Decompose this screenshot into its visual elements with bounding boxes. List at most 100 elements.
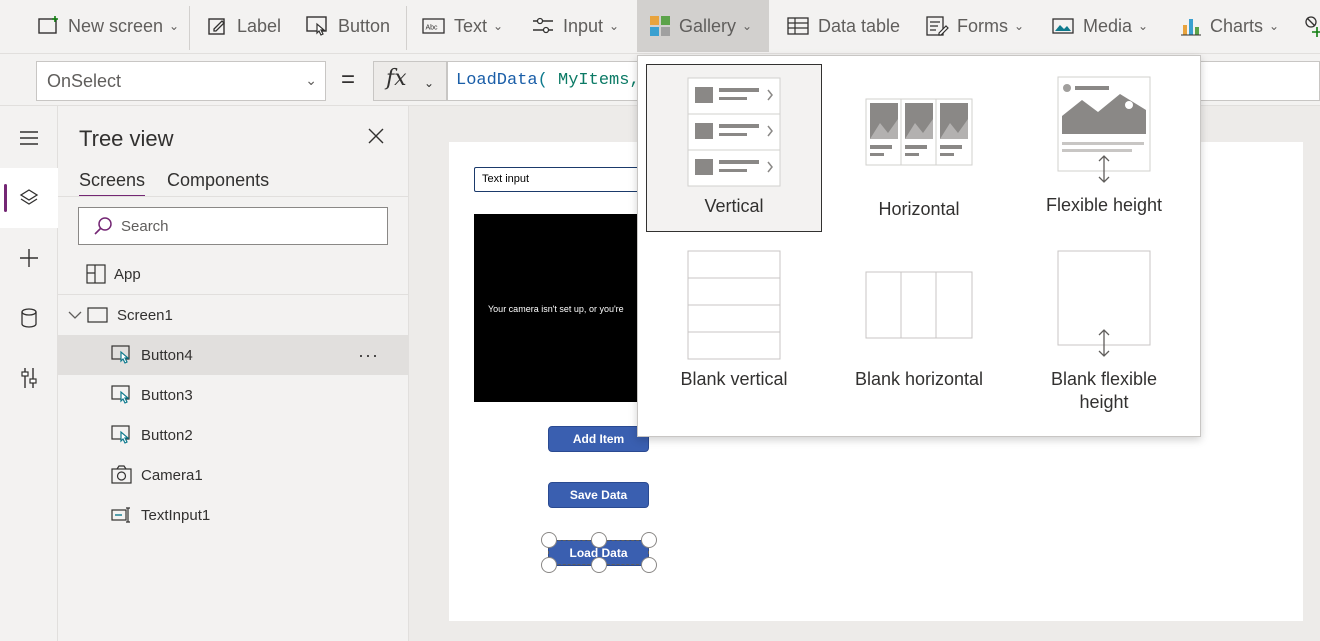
horizontal-gallery-icon — [865, 98, 973, 166]
tree-item-camera1[interactable]: Camera1 — [58, 455, 409, 495]
data-button[interactable] — [0, 288, 58, 348]
gallery-option-flexible-height[interactable]: Flexible height — [1016, 64, 1192, 232]
tree-item-button3[interactable]: Button3 — [58, 375, 409, 415]
button-button[interactable]: Button — [302, 0, 394, 52]
new-screen-label: New screen — [68, 15, 164, 36]
plus-icon — [20, 249, 38, 267]
resize-handle[interactable] — [541, 532, 557, 548]
chevron-down-icon: ⌄ — [169, 19, 180, 33]
icons-icon — [1305, 16, 1320, 37]
tab-components[interactable]: Components — [167, 170, 269, 197]
new-screen-button[interactable]: New screen ⌄ — [34, 0, 183, 52]
property-value: OnSelect — [47, 71, 122, 91]
add-item-button[interactable]: Add Item — [548, 426, 649, 452]
label-button-label: Label — [237, 15, 282, 36]
app-icon — [86, 264, 106, 284]
divider — [58, 196, 409, 197]
tree-item-label: App — [114, 265, 141, 283]
gallery-option-blank-flexible-height[interactable]: Blank flexible height — [1016, 242, 1192, 428]
search-placeholder: Search — [121, 217, 169, 235]
label-button[interactable]: Label — [203, 0, 285, 52]
camera-message: Your camera isn't set up, or you're — [488, 304, 624, 314]
gallery-button-label: Gallery — [679, 15, 737, 36]
gallery-option-blank-vertical[interactable]: Blank vertical — [646, 242, 822, 428]
tree-item-button4[interactable]: Button4 ··· — [58, 335, 409, 375]
data-table-icon — [787, 17, 809, 35]
input-icon — [533, 17, 553, 34]
resize-handle[interactable] — [641, 532, 657, 548]
tree-item-textinput1[interactable]: TextInput1 — [58, 495, 409, 535]
media-label: Media — [1083, 15, 1133, 36]
close-tree-view-button[interactable] — [366, 126, 386, 151]
gallery-button[interactable]: Gallery ⌄ — [637, 0, 769, 52]
hamburger-icon — [20, 131, 38, 145]
tree-item-label: Camera1 — [141, 466, 203, 484]
gallery-dropdown-menu: Vertical Horizontal Flexible height Blan… — [637, 55, 1201, 437]
text-button[interactable]: Abc Text ⌄ — [418, 0, 507, 52]
gallery-option-label: Blank flexible height — [1050, 369, 1158, 412]
button-icon — [306, 16, 327, 36]
media-button[interactable]: Media ⌄ — [1047, 0, 1152, 52]
app-text-input[interactable]: Text input — [474, 167, 644, 192]
chevron-down-icon: ⌄ — [1138, 19, 1149, 33]
charts-icon — [1181, 19, 1201, 36]
fx-icon: fx — [386, 66, 407, 91]
screen-icon — [87, 307, 108, 323]
tree-item-app[interactable]: App — [58, 254, 409, 294]
tree-item-label: Screen1 — [117, 306, 173, 324]
charts-button[interactable]: Charts ⌄ — [1176, 0, 1283, 52]
ribbon-divider — [406, 6, 407, 50]
charts-label: Charts — [1210, 15, 1264, 36]
tree-item-button2[interactable]: Button2 — [58, 415, 409, 455]
menu-button[interactable] — [0, 108, 58, 168]
chevron-down-icon: ⌄ — [609, 19, 620, 33]
gallery-option-blank-horizontal[interactable]: Blank horizontal — [831, 242, 1007, 428]
resize-handle[interactable] — [591, 532, 607, 548]
tab-screens[interactable]: Screens — [79, 170, 146, 197]
button-button-label: Button — [338, 15, 391, 36]
data-table-button[interactable]: Data table — [782, 0, 904, 52]
resize-handle[interactable] — [641, 557, 657, 573]
icons-button[interactable] — [1304, 0, 1320, 52]
gallery-option-label: Blank vertical — [680, 369, 788, 389]
gallery-option-label: Vertical — [704, 196, 764, 216]
formula-argument: MyItems, — [558, 71, 640, 90]
media-icon — [1052, 18, 1074, 34]
tree-item-screen1[interactable]: Screen1 — [58, 295, 409, 335]
flexible-height-gallery-icon — [1057, 76, 1151, 183]
button-icon — [111, 385, 130, 404]
button-icon — [111, 425, 130, 444]
blank-horizontal-gallery-icon — [865, 271, 973, 339]
tree-view-button[interactable] — [0, 168, 58, 228]
fx-button[interactable]: fx ⌄ — [373, 61, 447, 101]
app-camera[interactable]: Your camera isn't set up, or you're — [474, 214, 644, 402]
save-data-button[interactable]: Save Data — [548, 482, 649, 508]
resize-handle[interactable] — [541, 557, 557, 573]
resize-handle[interactable] — [591, 557, 607, 573]
tree-item-label: TextInput1 — [141, 506, 211, 524]
equals-sign: = — [341, 66, 356, 93]
chevron-down-icon: ⌄ — [742, 19, 753, 33]
insert-button[interactable] — [0, 228, 58, 288]
input-button[interactable]: Input ⌄ — [527, 0, 623, 52]
chevron-down-icon: ⌄ — [493, 19, 504, 33]
gallery-option-horizontal[interactable]: Horizontal — [831, 64, 1007, 232]
gallery-option-label: Blank horizontal — [854, 369, 984, 389]
button-icon — [111, 345, 130, 364]
tree-view-title: Tree view — [79, 126, 174, 151]
input-button-label: Input — [563, 15, 604, 36]
search-input[interactable]: Search — [78, 207, 388, 245]
tree-view-panel: Tree view Screens Components Search App … — [58, 106, 409, 641]
text-input-icon — [111, 507, 130, 523]
forms-button[interactable]: Forms ⌄ — [921, 0, 1028, 52]
chevron-down-icon: ⌄ — [305, 72, 317, 88]
gallery-icon — [650, 16, 670, 36]
more-options-button[interactable]: ··· — [358, 345, 379, 366]
gallery-option-vertical[interactable]: Vertical — [646, 64, 822, 232]
chevron-down-icon[interactable] — [68, 310, 82, 320]
advanced-tools-button[interactable] — [0, 348, 58, 408]
forms-icon — [926, 16, 949, 36]
label-icon — [208, 18, 225, 35]
property-dropdown[interactable]: OnSelect ⌄ — [36, 61, 326, 101]
layers-icon — [19, 189, 39, 205]
